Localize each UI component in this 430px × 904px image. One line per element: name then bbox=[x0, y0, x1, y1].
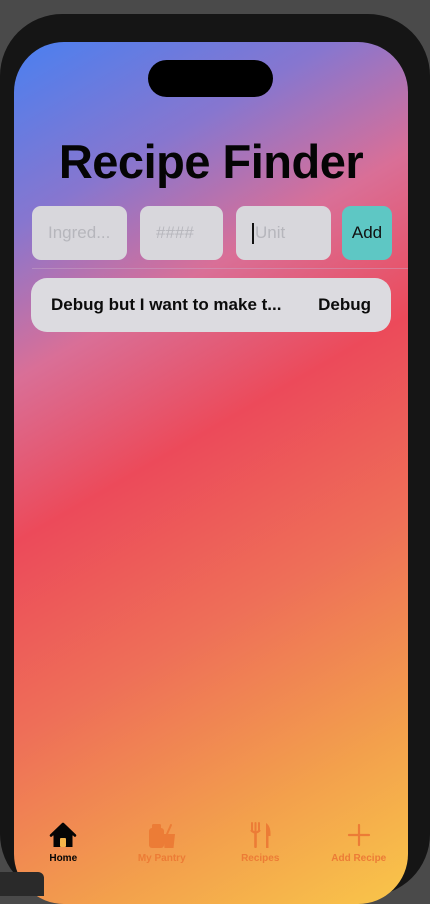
house-icon bbox=[49, 822, 77, 847]
unit-input[interactable]: Unit bbox=[236, 206, 331, 260]
list-item[interactable]: Debug but I want to make t... Debug bbox=[31, 278, 391, 332]
text-cursor bbox=[252, 222, 254, 244]
divider bbox=[32, 268, 408, 269]
tab-recipes-label: Recipes bbox=[241, 853, 280, 864]
debug-button[interactable]: Debug bbox=[318, 295, 371, 315]
ingredient-input[interactable]: Ingred... bbox=[32, 206, 127, 260]
tab-add-recipe[interactable]: Add Recipe bbox=[310, 820, 409, 880]
tab-home[interactable]: Home bbox=[14, 820, 113, 880]
ingredient-placeholder: Ingred... bbox=[48, 223, 111, 242]
dynamic-island bbox=[148, 60, 273, 97]
quantity-input[interactable]: #### bbox=[140, 206, 223, 260]
tab-my-pantry-label: My Pantry bbox=[137, 853, 186, 864]
tab-my-pantry[interactable]: My Pantry bbox=[113, 820, 212, 880]
quantity-placeholder: #### bbox=[156, 223, 194, 242]
tab-home-label: Home bbox=[49, 853, 78, 864]
tab-recipes[interactable]: Recipes bbox=[211, 820, 310, 880]
app-screen: Recipe Finder Ingred... #### Unit Add De… bbox=[14, 42, 408, 904]
list-item-text: Debug but I want to make t... bbox=[51, 295, 282, 314]
tab-add-recipe-label: Add Recipe bbox=[331, 853, 387, 864]
add-button[interactable]: Add bbox=[342, 206, 392, 260]
phone-frame: Recipe Finder Ingred... #### Unit Add De… bbox=[0, 14, 430, 904]
corner-widget bbox=[0, 872, 44, 896]
page-title: Recipe Finder bbox=[58, 135, 364, 188]
fork-knife-icon bbox=[250, 822, 271, 848]
unit-placeholder: Unit bbox=[255, 223, 286, 242]
pantry-icon bbox=[148, 824, 175, 848]
tab-bar: Home My Pantry Recipes Add Recipe bbox=[14, 820, 408, 880]
plus-icon bbox=[347, 823, 370, 847]
